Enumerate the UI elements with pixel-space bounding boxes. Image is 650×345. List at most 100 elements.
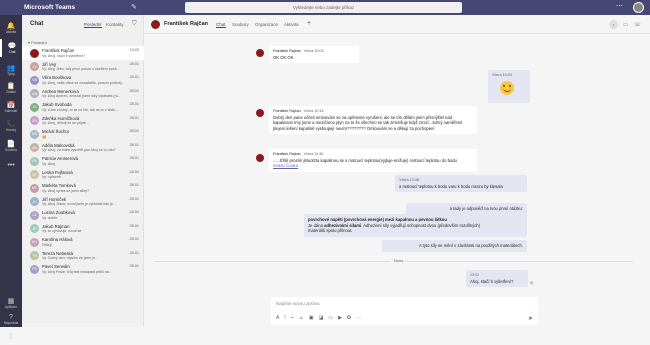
stream-icon[interactable]: ▶ [338,315,342,321]
chat-list-item[interactable]: JS Jakub Svoboda Vy: A ten chutný, to se m… [22,100,144,114]
chat-time: 28.01 [129,169,139,174]
rail-item-calendar[interactable]: 📅 Kalendář [0,98,22,116]
meeting-icon[interactable]: ▭ [328,315,333,321]
chat-list-item[interactable]: MT Markéta Tomková Vy: Ahoj vynes se jsem … [22,181,144,195]
rail-label: Týmy [7,71,15,76]
message-2: Včera 10:03 [488,70,530,103]
rail-label: Soubory [5,147,17,152]
read-receipt-icon: ◎ [530,280,534,285]
chat-list-item[interactable]: LF Lenka Fejfarová Vy: výborně 28.01 [22,168,144,182]
recent-section-label[interactable]: ▾ Poslední [28,40,47,45]
chat-header: František Rajčan Chat Soubory Organizace… [144,15,650,34]
chat-list-item[interactable]: PS Pavel Senedin Vy: Ahoj Pavle, tvůj test… [22,262,144,276]
activity-icon: 🔔 [6,22,16,30]
chat-list-item[interactable]: ZH Zdeňka Horníčková Vy: Ahoj, děkuji že s… [22,114,144,128]
message-1: František Rajčan Včera 10:03 OK OK OK [269,46,359,64]
new-chat-icon[interactable]: ✎ [131,3,139,11]
rail-item-files[interactable]: 📄 Soubory [0,137,22,155]
gif-icon[interactable]: ▣ [309,315,314,321]
tab-activity[interactable]: Aktivita [284,22,299,27]
avatar: ZH [30,116,39,125]
search-input[interactable]: Vyhledejte nebo zadejte příkaz [185,2,462,13]
chat-list-item[interactable]: František Rajčan Vy: Ahoj, stačí ti vyšet… [22,46,144,60]
contact-avatar [151,20,160,29]
priority-icon[interactable]: ! [284,315,285,321]
chat-preview: Vy: Ahoj Pavle, tvůj test nedopadl příli… [42,269,112,274]
tab-organization[interactable]: Organizace [255,22,278,27]
rail-label: Kalendář [4,108,18,113]
message-text-line: materiálů spolu přilnout. [308,228,353,234]
chat-name: Andrea Wenerkova [42,88,79,94]
avatar: JV [30,62,39,71]
avatar: PA [30,156,39,166]
chat-list-item[interactable]: LZ Lucina Zoubková Vy: dobře 28.01 [22,208,144,222]
format-icon[interactable]: A [276,315,279,321]
rail-item-chat[interactable]: 💬 Chat [0,39,22,57]
message-text: a rostoucí teplotou k bodu varu k bodu m… [399,183,503,189]
rail-item-mobile[interactable]: ▯ [0,327,22,345]
chat-preview: Vy: A ten chutný, to se mi líbí, tak na … [42,107,118,112]
more-apps-icon[interactable]: ⋯ [356,315,361,321]
chat-preview: Vy: dobře [42,215,58,220]
tab-files[interactable]: Soubory [232,22,249,27]
audio-call-icon[interactable]: ☏ [633,20,642,29]
chat-list-item[interactable]: AW Andrea Wenerkova Vy: Ahoj Andreo, omeza… [22,87,144,101]
message-6: a tady je odpověď na tvou první otázku: [406,203,527,215]
avatar: LZ [30,210,39,220]
message-text-bold: adhezivními silami [324,222,362,228]
praise-icon[interactable]: ✪ [347,315,351,321]
chat-list-item[interactable]: AM Adéla Malcovská Vy: Ahoj, co mám vysvět… [22,141,144,155]
rail-item-activity[interactable]: 🔔 Aktivita [0,19,22,37]
chat-list-item[interactable]: TN Tereza Nebeská Vy: Dobrý den, myslím že… [22,249,144,263]
chat-list: František Rajčan Vy: Ahoj, stačí ti vyšet… [22,46,144,276]
help-icon: ? [9,313,13,321]
chat-list-item[interactable]: JR Jakub Rajman Vy: to vyhovuje, ozval se 2… [22,222,144,236]
filter-icon[interactable]: ⛉ [132,21,137,28]
chat-time: 28.01 [129,156,139,160]
message-text: a tady je odpověď na tvou první otázku: [449,206,523,211]
participants-icon[interactable]: ▪ [609,20,618,29]
chat-list-item[interactable]: JH Jiří Horníček Vy: Ahoj Jirkov, ozval js… [22,195,144,209]
profile-avatar[interactable] [633,2,644,13]
sender-avatar [256,49,264,57]
more-options-icon[interactable]: ⋯ [616,2,623,10]
chat-preview: Vy: výborně [42,175,61,179]
chat-list-item[interactable]: KH Karolína Hálová Děkuji 28.01 [22,235,144,249]
video-call-icon[interactable]: ▭ [621,20,630,29]
rail-item-help[interactable]: ? Nápověda [0,310,22,328]
avatar: MT [30,183,39,193]
chat-list-item[interactable]: VB Věra Bouškova Vy: Ahoj, vaše dílna se n… [22,73,144,87]
send-icon[interactable]: ➤ [528,315,533,322]
avatar: AM [30,143,39,152]
tab-chat[interactable]: Chat [216,22,226,28]
chat-time: 28.01 [129,210,139,214]
message-composer[interactable]: Napište novou zprávu A ! ⌁ ☺ ▣ ◪ ▭ ▶ ✪ ⋯… [271,297,538,325]
message-link[interactable]: mrazu či varu [273,163,473,169]
teams-icon: 👥 [6,64,16,72]
chat-list-item[interactable]: JV Jiří Vejr Vy: Ahoj Jirko, tvůj první po… [22,60,144,74]
chat-preview: 😊 [42,134,47,139]
chat-list-item[interactable]: MŠ Michal Šochor 😊 28.01 [22,127,144,141]
add-tab-icon[interactable]: + [307,20,311,27]
emoji-icon[interactable]: ☺ [299,315,304,321]
attach-icon[interactable]: ⌁ [291,315,294,321]
rail-item-teams[interactable]: 👥 Týmy [0,61,22,79]
chat-preview: Vy: Ahoj [42,161,56,166]
chat-preview: Děkuji [42,242,52,247]
calls-icon: 📞 [6,120,16,128]
chat-name: Jiří Horníček [42,196,67,202]
avatar: JR [30,224,39,233]
sticker-icon[interactable]: ◪ [319,315,324,321]
tab-contacts[interactable]: Kontakty [106,22,124,27]
chat-name: Adéla Malcovská [42,142,75,148]
message-9: 13:02 Ahoj, stačí ti vyšetření? [466,270,528,288]
rail-item-more[interactable]: ••• [0,156,22,174]
chat-list-item[interactable]: PA Patricie Ammerová Vy: Ahoj 28.01 [22,154,144,168]
rail-item-assignments[interactable]: 📋 Zadání [0,79,22,97]
message-3: František Rajčan Včera 10:44 Dobrý den pa… [269,106,477,135]
message-text-part: Je dána [308,222,325,228]
tab-recent[interactable]: Poslední [84,22,102,28]
chat-name: Pavel Senedin [42,264,70,269]
rail-item-calls[interactable]: 📞 Hovory [0,117,22,135]
message-sender: František Rajčan [273,49,301,53]
